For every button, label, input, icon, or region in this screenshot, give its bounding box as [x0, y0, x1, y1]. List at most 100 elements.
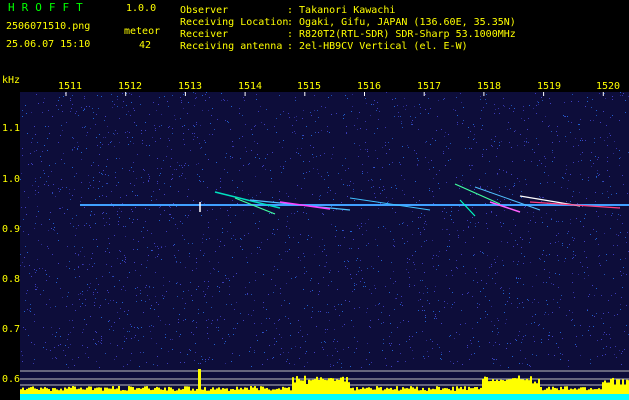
noise-pixel — [356, 274, 357, 275]
noise-pixel — [174, 115, 175, 116]
noise-pixel — [46, 304, 47, 305]
signal-bar — [554, 387, 556, 394]
noise-pixel — [73, 327, 74, 328]
noise-pixel — [247, 262, 248, 263]
noise-pixel — [184, 165, 185, 166]
noise-pixel — [521, 197, 522, 198]
noise-pixel — [427, 351, 428, 352]
noise-pixel — [253, 213, 254, 214]
noise-pixel — [409, 286, 410, 287]
noise-pixel — [102, 213, 103, 214]
signal-bar — [230, 389, 232, 394]
noise-pixel — [389, 343, 390, 344]
noise-pixel — [377, 108, 378, 109]
noise-pixel — [366, 359, 367, 360]
noise-pixel — [439, 311, 440, 312]
signal-bar — [420, 390, 422, 394]
noise-pixel — [508, 122, 509, 123]
noise-pixel — [188, 129, 189, 130]
noise-pixel — [119, 118, 120, 119]
signal-bar — [92, 390, 94, 394]
noise-pixel — [456, 97, 457, 98]
signal-bar — [124, 390, 126, 394]
noise-pixel — [590, 363, 591, 364]
noise-pixel — [412, 255, 413, 256]
signal-bar — [356, 386, 358, 394]
noise-pixel — [191, 332, 192, 333]
noise-pixel — [319, 246, 320, 247]
noise-pixel — [620, 232, 621, 233]
noise-pixel — [106, 222, 107, 223]
noise-pixel — [362, 234, 363, 235]
noise-pixel — [138, 340, 139, 341]
noise-pixel — [341, 179, 342, 180]
noise-pixel — [318, 311, 319, 312]
noise-pixel — [503, 170, 504, 171]
noise-pixel — [95, 223, 96, 224]
noise-pixel — [507, 242, 508, 243]
noise-pixel — [487, 255, 488, 256]
noise-pixel — [611, 194, 612, 195]
noise-pixel — [573, 292, 574, 293]
noise-pixel — [489, 342, 490, 343]
noise-pixel — [98, 188, 99, 189]
noise-pixel — [582, 206, 583, 207]
noise-pixel — [399, 162, 400, 163]
noise-pixel — [300, 155, 301, 156]
y-tick-label: 0.9 — [2, 224, 21, 235]
noise-pixel — [573, 162, 574, 163]
noise-pixel — [441, 359, 442, 360]
noise-pixel — [510, 128, 511, 129]
signal-bar — [232, 389, 234, 394]
noise-pixel — [151, 305, 152, 306]
noise-pixel — [374, 100, 375, 101]
noise-pixel — [31, 112, 32, 113]
noise-pixel — [243, 210, 244, 211]
noise-pixel — [69, 189, 70, 190]
noise-pixel — [255, 176, 256, 177]
noise-pixel — [95, 289, 96, 290]
noise-pixel — [620, 271, 621, 272]
noise-pixel — [368, 180, 369, 181]
signal-bar — [346, 377, 348, 394]
noise-pixel — [409, 284, 410, 285]
noise-pixel — [176, 206, 177, 207]
noise-pixel — [559, 141, 560, 142]
noise-pixel — [600, 122, 601, 123]
noise-pixel — [72, 137, 73, 138]
noise-pixel — [98, 108, 99, 109]
noise-pixel — [471, 148, 472, 149]
noise-pixel — [212, 209, 213, 210]
noise-pixel — [31, 276, 32, 277]
noise-pixel — [354, 143, 355, 144]
noise-pixel — [373, 104, 374, 105]
noise-pixel — [380, 203, 381, 204]
signal-bar — [150, 390, 152, 394]
noise-pixel — [591, 107, 592, 108]
noise-pixel — [597, 356, 598, 357]
noise-pixel — [320, 155, 321, 156]
noise-pixel — [80, 251, 81, 252]
signal-bar — [226, 388, 228, 394]
noise-pixel — [166, 156, 167, 157]
noise-pixel — [94, 305, 95, 306]
noise-pixel — [151, 200, 152, 201]
noise-pixel — [156, 302, 157, 303]
signal-bar — [58, 390, 60, 394]
noise-pixel — [365, 142, 366, 143]
signal-bar — [266, 388, 268, 394]
noise-pixel — [514, 183, 515, 184]
noise-pixel — [257, 154, 258, 155]
noise-pixel — [204, 281, 205, 282]
noise-pixel — [254, 350, 255, 351]
noise-pixel — [157, 356, 158, 357]
noise-pixel — [482, 156, 483, 157]
noise-pixel — [119, 142, 120, 143]
signal-bar — [450, 390, 452, 394]
noise-pixel — [97, 292, 98, 293]
noise-pixel — [505, 323, 506, 324]
noise-pixel — [608, 300, 609, 301]
noise-pixel — [148, 181, 149, 182]
noise-pixel — [334, 306, 335, 307]
noise-pixel — [433, 203, 434, 204]
